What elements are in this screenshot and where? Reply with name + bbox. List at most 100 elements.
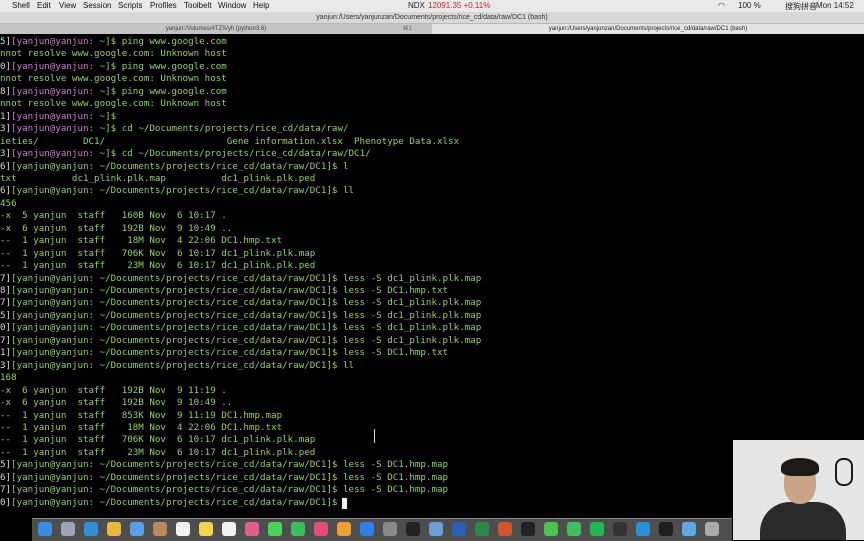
menu-item-edit[interactable]: Edit xyxy=(37,1,51,10)
tab-shortcut: ⌘1 xyxy=(402,26,412,32)
terminal-text: 0] xyxy=(0,322,12,334)
menu-item-shell[interactable]: Shell xyxy=(12,1,30,10)
terminal-icon[interactable] xyxy=(406,522,420,536)
safari-icon[interactable] xyxy=(84,522,98,536)
terminal-text: [yanjun@yanjun: xyxy=(11,110,100,122)
mail-icon[interactable] xyxy=(130,522,144,536)
terminal-line: -- 1 yanjun staff 18M Nov 4 22:06 DC1.hm… xyxy=(0,235,282,247)
terminal-text: 5] xyxy=(0,309,12,321)
terminal-text: -- 1 yanjun staff 706K Nov 6 10:17 dc1_p… xyxy=(0,434,316,446)
terminal-line: 3][yanjun@yanjun: ~]$ cd ~/Documents/pro… xyxy=(0,123,349,135)
terminal-line: txt dc1_plink.plk.map dc1_plink.plk.ped xyxy=(0,173,315,185)
terminal-text: 7] xyxy=(0,297,12,309)
terminal-line: 3][yanjun@yanjun: ~/Documents/projects/r… xyxy=(0,360,354,372)
terminal-line: 8][yanjun@yanjun: ~]$ ping www.google.co… xyxy=(0,86,227,98)
terminal-text: -- 1 yanjun staff 23M Nov 6 10:17 dc1_pl… xyxy=(0,446,316,458)
github-icon[interactable] xyxy=(613,522,627,536)
wechat-icon[interactable] xyxy=(544,522,558,536)
terminal-text: 7] xyxy=(0,334,12,346)
terminal-text: [yanjun@yanjun: ~/Documents/projects/ric… xyxy=(11,160,349,172)
terminal-text: [yanjun@yanjun: xyxy=(11,85,100,97)
terminal-text: 3] xyxy=(0,148,12,160)
terminal-line: -- 1 yanjun staff 853K Nov 9 11:19 DC1.h… xyxy=(0,410,282,422)
menu-item-profiles[interactable]: Profiles xyxy=(150,1,177,10)
terminal-line: 0][yanjun@yanjun: ~]$ ping www.google.co… xyxy=(0,61,227,73)
qq-icon[interactable] xyxy=(521,522,535,536)
terminal-line: ieties/ DC1/ Gene information.xlsx Pheno… xyxy=(0,136,459,148)
terminal-text: [yanjun@yanjun: ~/Documents/projects/ric… xyxy=(11,309,482,321)
wifi-icon[interactable]: ◠ xyxy=(718,1,725,10)
powerpoint-icon[interactable] xyxy=(498,522,512,536)
word-icon[interactable] xyxy=(452,522,466,536)
terminal-line: 456 xyxy=(0,198,17,210)
terminal-text: -- 1 yanjun staff 853K Nov 9 11:19 DC1.h… xyxy=(0,409,283,421)
terminal-text: 6] xyxy=(0,185,12,197)
terminal-text: ieties/ DC1/ Gene information.xlsx Pheno… xyxy=(0,135,460,147)
terminal-text: [yanjun@yanjun: ~/Documents/projects/ric… xyxy=(11,359,355,371)
menu-item-scripts[interactable]: Scripts xyxy=(118,1,142,10)
preview-icon[interactable] xyxy=(682,522,696,536)
terminal-text: 456 xyxy=(0,197,17,209)
terminal-text: [yanjun@yanjun: ~/Documents/projects/ric… xyxy=(11,322,482,334)
terminal-text: [yanjun@yanjun: ~/Documents/projects/ric… xyxy=(11,185,355,197)
input-method[interactable]: 搜狗拼音 xyxy=(785,1,817,12)
terminal-text: -- 1 yanjun staff 706K Nov 6 10:17 dc1_p… xyxy=(0,247,316,259)
terminal-line: 3][yanjun@yanjun: ~]$ cd ~/Documents/pro… xyxy=(0,148,371,160)
terminal-line: 7][yanjun@yanjun: ~/Documents/projects/r… xyxy=(0,297,481,309)
excel-icon[interactable] xyxy=(475,522,489,536)
itunes-icon[interactable] xyxy=(314,522,328,536)
messages-icon[interactable] xyxy=(268,522,282,536)
clock[interactable]: Mon 14:52 xyxy=(816,1,854,10)
terminal-text: -- 1 yanjun staff 18M Nov 4 22:06 DC1.hm… xyxy=(0,235,283,247)
terminal-text: nnot resolve www.google.com: Unknown hos… xyxy=(0,73,227,85)
terminal-text: 5] xyxy=(0,459,12,471)
terminal-text: ]$ xyxy=(105,110,117,122)
terminal-line: -- 1 yanjun staff 23M Nov 6 10:17 dc1_pl… xyxy=(0,260,315,272)
spotify-icon[interactable] xyxy=(590,522,604,536)
facetime-icon[interactable] xyxy=(291,522,305,536)
notes-icon[interactable] xyxy=(199,522,213,536)
trash-icon[interactable] xyxy=(705,522,719,536)
tab-python[interactable]: yanjun:/Volumes/4TZS/yh (python3.6) ⌘1 xyxy=(0,24,432,34)
appstore-icon[interactable] xyxy=(360,522,374,536)
terminal-text: [yanjun@yanjun: xyxy=(11,148,100,160)
menu-item-toolbelt[interactable]: Toolbelt xyxy=(184,1,212,10)
vscode-icon[interactable] xyxy=(636,522,650,536)
contacts-icon[interactable] xyxy=(153,522,167,536)
tab-label: yanjun:/Users/yanjunzan/Documents/projec… xyxy=(548,26,748,32)
mouse-ibeam-icon xyxy=(374,429,379,443)
terminal-line: 0][yanjun@yanjun: ~/Documents/projects/r… xyxy=(0,322,481,334)
terminal-line: 7][yanjun@yanjun: ~/Documents/projects/r… xyxy=(0,273,481,285)
menu-item-view[interactable]: View xyxy=(59,1,76,10)
menu-item-session[interactable]: Session xyxy=(83,1,111,10)
terminal-text: -- 1 yanjun staff 23M Nov 6 10:17 dc1_pl… xyxy=(0,260,316,272)
launchpad-icon[interactable] xyxy=(61,522,75,536)
menu-item-window[interactable]: Window xyxy=(218,1,246,10)
terminal-text: ]$ ping www.google.com xyxy=(105,85,227,97)
terminal-line: -- 1 yanjun staff 706K Nov 6 10:17 dc1_p… xyxy=(0,434,315,446)
terminal-text: 7] xyxy=(0,484,12,496)
calendar-icon[interactable] xyxy=(176,522,190,536)
chrome-icon[interactable] xyxy=(107,522,121,536)
photos-icon[interactable] xyxy=(245,522,259,536)
terminal-line: -- 1 yanjun staff 23M Nov 6 10:17 dc1_pl… xyxy=(0,447,315,459)
preferences-icon[interactable] xyxy=(383,522,397,536)
terminal-text: [yanjun@yanjun: ~/Documents/projects/ric… xyxy=(11,272,482,284)
stock-ticker-value: 12091.35 +0.11% xyxy=(428,1,491,10)
terminal-line: 5][yanjun@yanjun: ~]$ ping www.google.co… xyxy=(0,36,227,48)
battery-level[interactable]: 100 % xyxy=(738,1,761,10)
terminal-text: nnot resolve www.google.com: Unknown hos… xyxy=(0,98,227,110)
presenter-body xyxy=(760,502,846,540)
iterm-icon[interactable] xyxy=(659,522,673,536)
terminal-line: -x 6 yanjun staff 192B Nov 9 10:49 .. xyxy=(0,223,232,235)
terminal-line: 6][yanjun@yanjun: ~/Documents/projects/r… xyxy=(0,161,349,173)
finder-icon[interactable] xyxy=(38,522,52,536)
menu-item-help[interactable]: Help xyxy=(253,1,269,10)
tab-bash[interactable]: yanjun:/Users/yanjunzan/Documents/projec… xyxy=(432,24,864,34)
evernote-icon[interactable] xyxy=(567,522,581,536)
reminders-icon[interactable] xyxy=(222,522,236,536)
terminal-line: 168 xyxy=(0,372,17,384)
terminal-line: -x 6 yanjun staff 192B Nov 9 10:49 .. xyxy=(0,397,232,409)
ibooks-icon[interactable] xyxy=(337,522,351,536)
rstudio-icon[interactable] xyxy=(429,522,443,536)
